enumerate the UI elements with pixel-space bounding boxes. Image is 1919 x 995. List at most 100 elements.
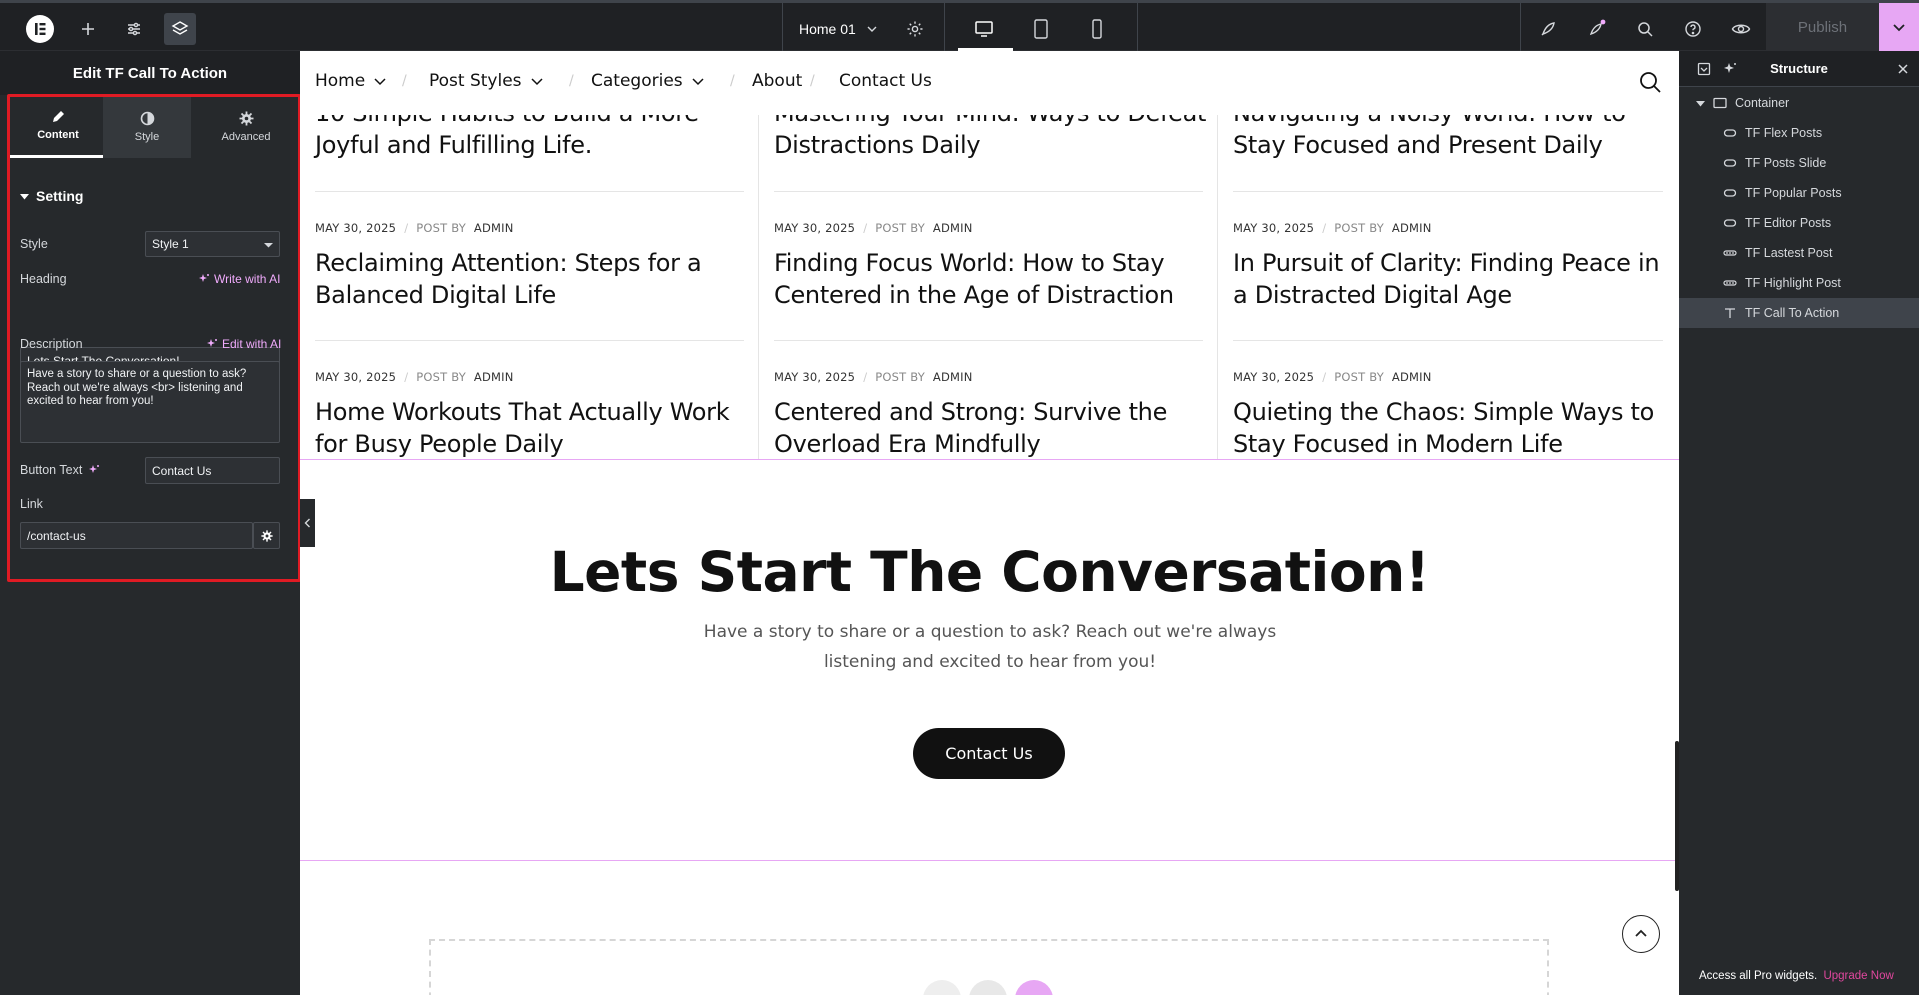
post-author[interactable]: ADMIN <box>474 221 514 235</box>
cta-contact-button[interactable]: Contact Us <box>913 728 1065 779</box>
structure-item[interactable]: TF Flex Posts <box>1679 118 1919 148</box>
post-meta: MAY 30, 2025 / POST BY ADMIN <box>1233 221 1432 235</box>
search-icon[interactable] <box>1629 13 1661 45</box>
dots-widget-icon <box>1723 278 1737 288</box>
nav-home[interactable]: Home <box>315 71 387 91</box>
chevron-down-icon <box>866 23 878 35</box>
tablet-icon[interactable] <box>1025 13 1057 45</box>
link-options-button[interactable] <box>253 522 280 549</box>
tab-advanced-label: Advanced <box>221 130 271 143</box>
desktop-icon[interactable] <box>968 13 1000 45</box>
meta-separator: / <box>863 221 868 235</box>
publish-options-button[interactable] <box>1879 3 1919 51</box>
style-select-value: Style 1 <box>152 237 189 251</box>
button-text-input[interactable]: Contact Us <box>145 457 280 484</box>
sparkle-rocket-icon[interactable] <box>1581 13 1613 45</box>
mobile-icon[interactable] <box>1081 13 1113 45</box>
section-border <box>300 860 1679 861</box>
post-author[interactable]: ADMIN <box>1392 370 1432 384</box>
elementor-logo-icon[interactable] <box>24 13 56 45</box>
post-author[interactable]: ADMIN <box>933 370 973 384</box>
scroll-to-top-button[interactable] <box>1622 915 1660 953</box>
ai-sparkle-icon[interactable] <box>88 464 100 476</box>
structure-item[interactable]: TF Popular Posts <box>1679 178 1919 208</box>
page-selector[interactable]: Home 01 <box>799 18 878 40</box>
row-divider <box>315 340 744 341</box>
edit-with-ai-button[interactable]: Edit with AI <box>206 337 281 351</box>
cta-description: Have a story to share or a question to a… <box>700 617 1280 677</box>
post-author[interactable]: ADMIN <box>933 221 973 235</box>
add-icon[interactable] <box>72 13 104 45</box>
post-meta: MAY 30, 2025 / POST BY ADMIN <box>774 221 973 235</box>
publish-label: Publish <box>1797 18 1848 36</box>
meta-separator: / <box>863 370 868 384</box>
sliders-icon[interactable] <box>118 13 150 45</box>
structure-item-label: TF Lastest Post <box>1745 246 1833 260</box>
structure-item[interactable]: TF Posts Slide <box>1679 148 1919 178</box>
post-title[interactable]: Home Workouts That Actually Work for Bus… <box>315 396 755 460</box>
cta-description-line: Have a story to share or a question to a… <box>703 622 1277 642</box>
post-title[interactable]: Centered and Strong: Survive the Overloa… <box>774 396 1214 460</box>
tab-content[interactable]: Content <box>10 95 106 158</box>
nav-contact-us-label: Contact Us <box>839 71 932 91</box>
close-icon[interactable] <box>1897 63 1909 75</box>
button-text-label-group: Button Text <box>20 463 100 477</box>
row-divider <box>774 340 1203 341</box>
row-divider <box>774 191 1203 192</box>
structure-item-label: Container <box>1735 96 1790 110</box>
gear-icon <box>260 529 273 542</box>
rocket-icon[interactable] <box>1532 13 1564 45</box>
caret-down-icon <box>264 240 273 249</box>
upgrade-link[interactable]: Upgrade Now <box>1823 970 1893 982</box>
structure-item-label: TF Popular Posts <box>1745 186 1842 200</box>
page-settings-gear-icon[interactable] <box>899 13 931 45</box>
link-input[interactable]: /contact-us <box>20 522 253 549</box>
structure-item-label: TF Highlight Post <box>1745 276 1841 290</box>
structure-item[interactable]: TF Highlight Post <box>1679 268 1919 298</box>
pencil-icon <box>51 109 66 124</box>
help-icon[interactable] <box>1677 13 1709 45</box>
text-widget-icon <box>1723 307 1737 319</box>
structure-item-label: TF Editor Posts <box>1745 216 1832 230</box>
structure-item-active[interactable]: TF Call To Action <box>1679 298 1919 328</box>
publish-button[interactable]: Publish <box>1766 3 1879 51</box>
post-author[interactable]: ADMIN <box>474 370 514 384</box>
tab-advanced[interactable]: Advanced <box>196 95 296 158</box>
site-navbar: Home / Post Styles / Categories / About … <box>300 51 1679 115</box>
post-meta: MAY 30, 2025 / POST BY ADMIN <box>1233 370 1432 384</box>
structure-item[interactable]: TF Lastest Post <box>1679 238 1919 268</box>
post-title[interactable]: Finding Focus World: How to Stay Centere… <box>774 247 1214 311</box>
structure-item-container[interactable]: Container <box>1679 88 1919 118</box>
meta-separator: / <box>1322 221 1327 235</box>
description-textarea[interactable]: Have a story to share or a question to a… <box>20 361 280 443</box>
nav-separator: / <box>810 73 815 89</box>
panel-collapse-handle[interactable] <box>300 499 315 547</box>
post-by-label: POST BY <box>875 370 925 384</box>
caret-down-icon <box>1696 99 1705 108</box>
layers-icon[interactable] <box>164 13 196 45</box>
structure-item[interactable]: TF Editor Posts <box>1679 208 1919 238</box>
post-author[interactable]: ADMIN <box>1392 221 1432 235</box>
post-title[interactable]: In Pursuit of Clarity: Finding Peace in … <box>1233 247 1673 311</box>
nav-categories[interactable]: Categories <box>591 71 705 91</box>
post-title[interactable]: Reclaiming Attention: Steps for a Balanc… <box>315 247 755 311</box>
eye-icon[interactable] <box>1725 13 1757 45</box>
toolbar-divider <box>944 3 945 51</box>
widget-icon <box>1723 218 1737 228</box>
column-divider <box>758 106 759 510</box>
grid-bottom-mask <box>300 459 1679 510</box>
section-toggle-setting[interactable]: Setting <box>20 188 83 204</box>
write-with-ai-button[interactable]: Write with AI <box>198 272 280 286</box>
toolbar-divider <box>782 3 783 51</box>
search-icon[interactable] <box>1638 70 1662 94</box>
nav-home-label: Home <box>315 71 366 91</box>
structure-panel: Structure Container TF Flex Posts TF Pos… <box>1679 51 1919 995</box>
structure-title: Structure <box>1770 61 1828 76</box>
nav-post-styles[interactable]: Post Styles <box>429 71 544 91</box>
post-title[interactable]: Quieting the Chaos: Simple Ways to Stay … <box>1233 396 1673 460</box>
nav-about[interactable]: About <box>752 71 802 91</box>
tab-style[interactable]: Style <box>103 95 191 158</box>
dots-widget-icon <box>1723 248 1737 258</box>
nav-contact-us[interactable]: Contact Us <box>839 71 932 91</box>
style-select[interactable]: Style 1 <box>145 231 280 257</box>
